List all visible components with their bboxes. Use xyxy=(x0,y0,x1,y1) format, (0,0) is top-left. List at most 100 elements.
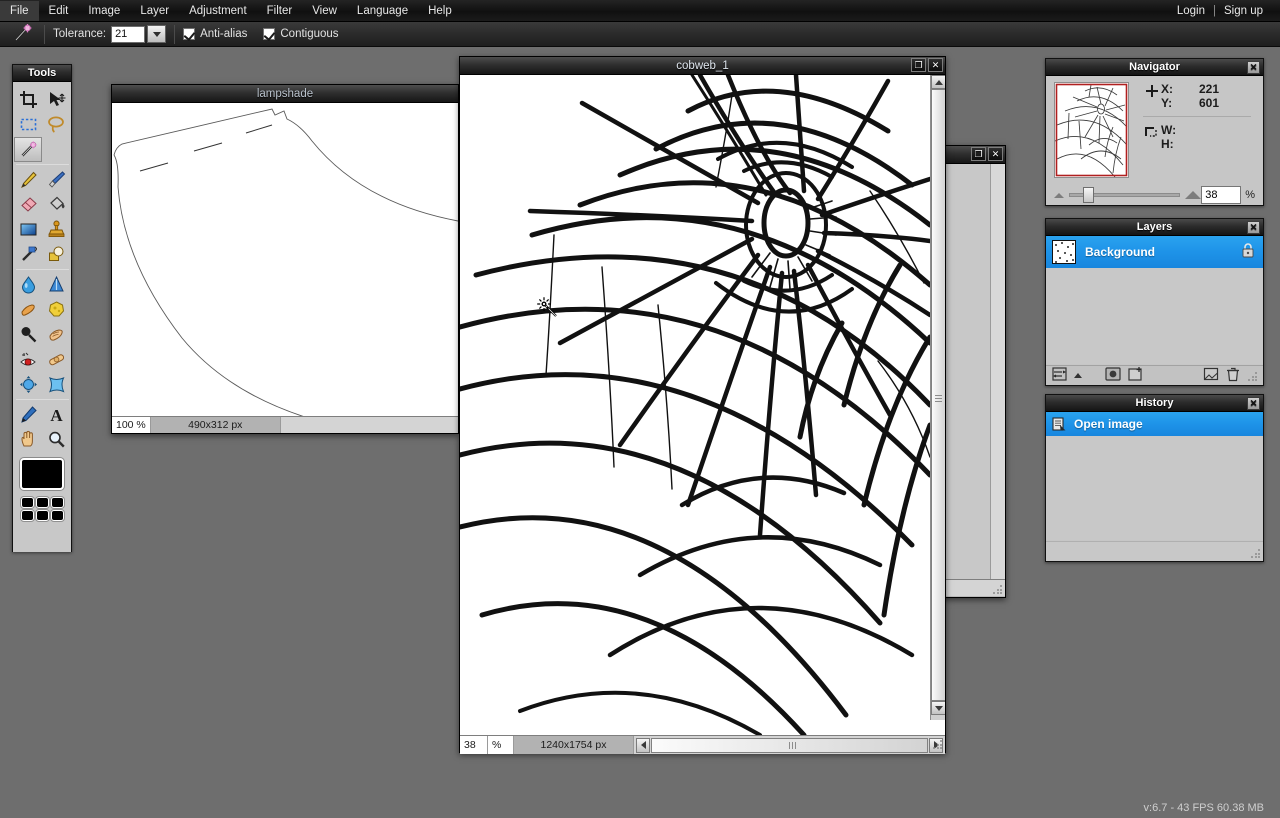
menu-layer[interactable]: Layer xyxy=(130,1,179,21)
tool-pencil[interactable] xyxy=(14,167,42,192)
zoom-slider-track[interactable] xyxy=(1069,187,1181,203)
tool-dodge[interactable] xyxy=(14,322,42,347)
tool-color-picker[interactable] xyxy=(14,402,42,427)
tool-sponge[interactable] xyxy=(42,297,70,322)
tool-color-replace[interactable] xyxy=(14,242,42,267)
contiguous-checkbox[interactable]: Contiguous xyxy=(263,28,339,40)
tool-lasso[interactable] xyxy=(42,112,70,137)
caret-up-icon[interactable] xyxy=(1074,373,1082,378)
cobweb-maximize-button[interactable]: ❐ xyxy=(911,58,926,72)
tool-zoom[interactable] xyxy=(42,427,70,452)
background-title-bar[interactable]: ❐ ✕ xyxy=(941,146,1005,164)
lampshade-window[interactable]: lampshade 100 % 490x312 px xyxy=(111,84,459,434)
menu-view[interactable]: View xyxy=(302,1,347,21)
tool-burn[interactable] xyxy=(42,322,70,347)
chevron-down-icon xyxy=(152,31,161,37)
history-resize-grip[interactable] xyxy=(1250,548,1262,560)
cobweb-close-button[interactable]: ✕ xyxy=(928,58,943,72)
tool-shape-draw[interactable] xyxy=(42,242,70,267)
history-row-open-image[interactable]: Open image xyxy=(1046,412,1263,436)
tool-clone-stamp[interactable] xyxy=(42,217,70,242)
cobweb-canvas[interactable] xyxy=(460,75,945,735)
cobweb-zoom-value[interactable]: 38 xyxy=(460,736,488,754)
cobweb-window[interactable]: cobweb_1 ❐ ✕ 38 % 1240x1754 px xyxy=(459,56,946,754)
signup-link[interactable]: Sign up xyxy=(1217,1,1270,21)
palette-swatch-6[interactable] xyxy=(50,510,64,521)
lock-icon[interactable] xyxy=(1241,242,1255,262)
palette-swatch-3[interactable] xyxy=(50,497,64,508)
palette-swatch-5[interactable] xyxy=(35,510,49,521)
tool-move[interactable] xyxy=(42,87,70,112)
lampshade-title-bar[interactable]: lampshade xyxy=(112,85,458,103)
cobweb-vertical-scrollbar[interactable] xyxy=(930,75,945,720)
blend-mode-icon[interactable] xyxy=(1052,367,1067,384)
tool-brush[interactable] xyxy=(42,167,70,192)
palette-swatch-2[interactable] xyxy=(35,497,49,508)
tolerance-dropdown-button[interactable] xyxy=(147,25,167,43)
tool-sharpen[interactable] xyxy=(42,272,70,297)
tool-eraser[interactable] xyxy=(14,192,42,217)
background-close-button[interactable]: ✕ xyxy=(988,147,1003,161)
tool-red-eye[interactable] xyxy=(14,347,42,372)
history-close-button[interactable]: ✕ xyxy=(1247,397,1260,410)
tool-blur[interactable] xyxy=(14,272,42,297)
navigator-close-button[interactable]: ✕ xyxy=(1247,61,1260,74)
background-maximize-button[interactable]: ❐ xyxy=(971,147,986,161)
zoom-slider-knob[interactable] xyxy=(1083,187,1095,203)
navigator-zoom-row: % xyxy=(1046,180,1263,206)
tolerance-input[interactable] xyxy=(111,25,146,43)
navigator-title-bar[interactable]: Navigator ✕ xyxy=(1046,59,1263,76)
scroll-down-button[interactable] xyxy=(931,701,945,715)
layers-close-button[interactable]: ✕ xyxy=(1247,221,1260,234)
layers-resize-grip[interactable] xyxy=(1247,370,1257,381)
tool-spot-heal[interactable] xyxy=(42,347,70,372)
zoom-in-icon[interactable] xyxy=(1185,191,1202,199)
tool-marquee-select[interactable] xyxy=(14,112,42,137)
zoom-out-icon[interactable] xyxy=(1054,192,1064,198)
menu-image[interactable]: Image xyxy=(78,1,130,21)
tool-paint-bucket[interactable] xyxy=(42,192,70,217)
navigator-thumbnail[interactable] xyxy=(1054,82,1129,178)
login-link[interactable]: Login xyxy=(1170,1,1212,21)
layer-mask-icon[interactable] xyxy=(1105,367,1121,384)
tool-gradient[interactable] xyxy=(14,217,42,242)
menu-language[interactable]: Language xyxy=(347,1,418,21)
scroll-thumb-vertical[interactable] xyxy=(931,89,945,701)
layers-title-bar[interactable]: Layers ✕ xyxy=(1046,219,1263,236)
lampshade-canvas[interactable] xyxy=(112,103,458,416)
background-vertical-scrollbar[interactable] xyxy=(990,164,1005,579)
scroll-left-button[interactable] xyxy=(636,737,650,753)
cobweb-title-bar[interactable]: cobweb_1 ❐ ✕ xyxy=(460,57,945,75)
tool-type[interactable]: A xyxy=(42,402,70,427)
lampshade-dimensions: 490x312 px xyxy=(150,417,281,433)
tool-wand-select[interactable] xyxy=(14,137,42,162)
tool-smudge[interactable] xyxy=(14,297,42,322)
cobweb-resize-grip[interactable] xyxy=(932,739,944,751)
scroll-thumb-horizontal[interactable] xyxy=(651,737,928,753)
tool-pinch[interactable] xyxy=(42,372,70,397)
add-layer-icon[interactable] xyxy=(1128,366,1144,385)
background-canvas[interactable] xyxy=(941,164,1005,579)
palette-swatch-1[interactable] xyxy=(20,497,34,508)
tool-crop[interactable] xyxy=(14,87,42,112)
layer-row-background[interactable]: Background xyxy=(1046,236,1263,268)
palette-swatch-4[interactable] xyxy=(20,510,34,521)
primary-color-swatch[interactable] xyxy=(20,458,64,490)
tools-panel-title[interactable]: Tools xyxy=(13,65,71,82)
scroll-up-button[interactable] xyxy=(931,75,945,89)
delete-layer-icon[interactable] xyxy=(1226,367,1240,385)
duplicate-layer-icon[interactable] xyxy=(1203,367,1219,384)
menu-adjustment[interactable]: Adjustment xyxy=(179,1,257,21)
menu-help[interactable]: Help xyxy=(418,1,462,21)
background-resize-grip[interactable] xyxy=(992,584,1004,596)
history-title-bar[interactable]: History ✕ xyxy=(1046,395,1263,412)
tool-hand[interactable] xyxy=(14,427,42,452)
tool-bloat[interactable] xyxy=(14,372,42,397)
background-window[interactable]: ❐ ✕ xyxy=(940,145,1006,598)
cobweb-horizontal-scrollbar[interactable] xyxy=(634,737,945,753)
menu-filter[interactable]: Filter xyxy=(257,1,303,21)
navigator-zoom-input[interactable] xyxy=(1201,186,1242,204)
menu-edit[interactable]: Edit xyxy=(39,1,79,21)
menu-file[interactable]: File xyxy=(0,0,39,21)
anti-alias-checkbox[interactable]: Anti-alias xyxy=(183,28,247,40)
